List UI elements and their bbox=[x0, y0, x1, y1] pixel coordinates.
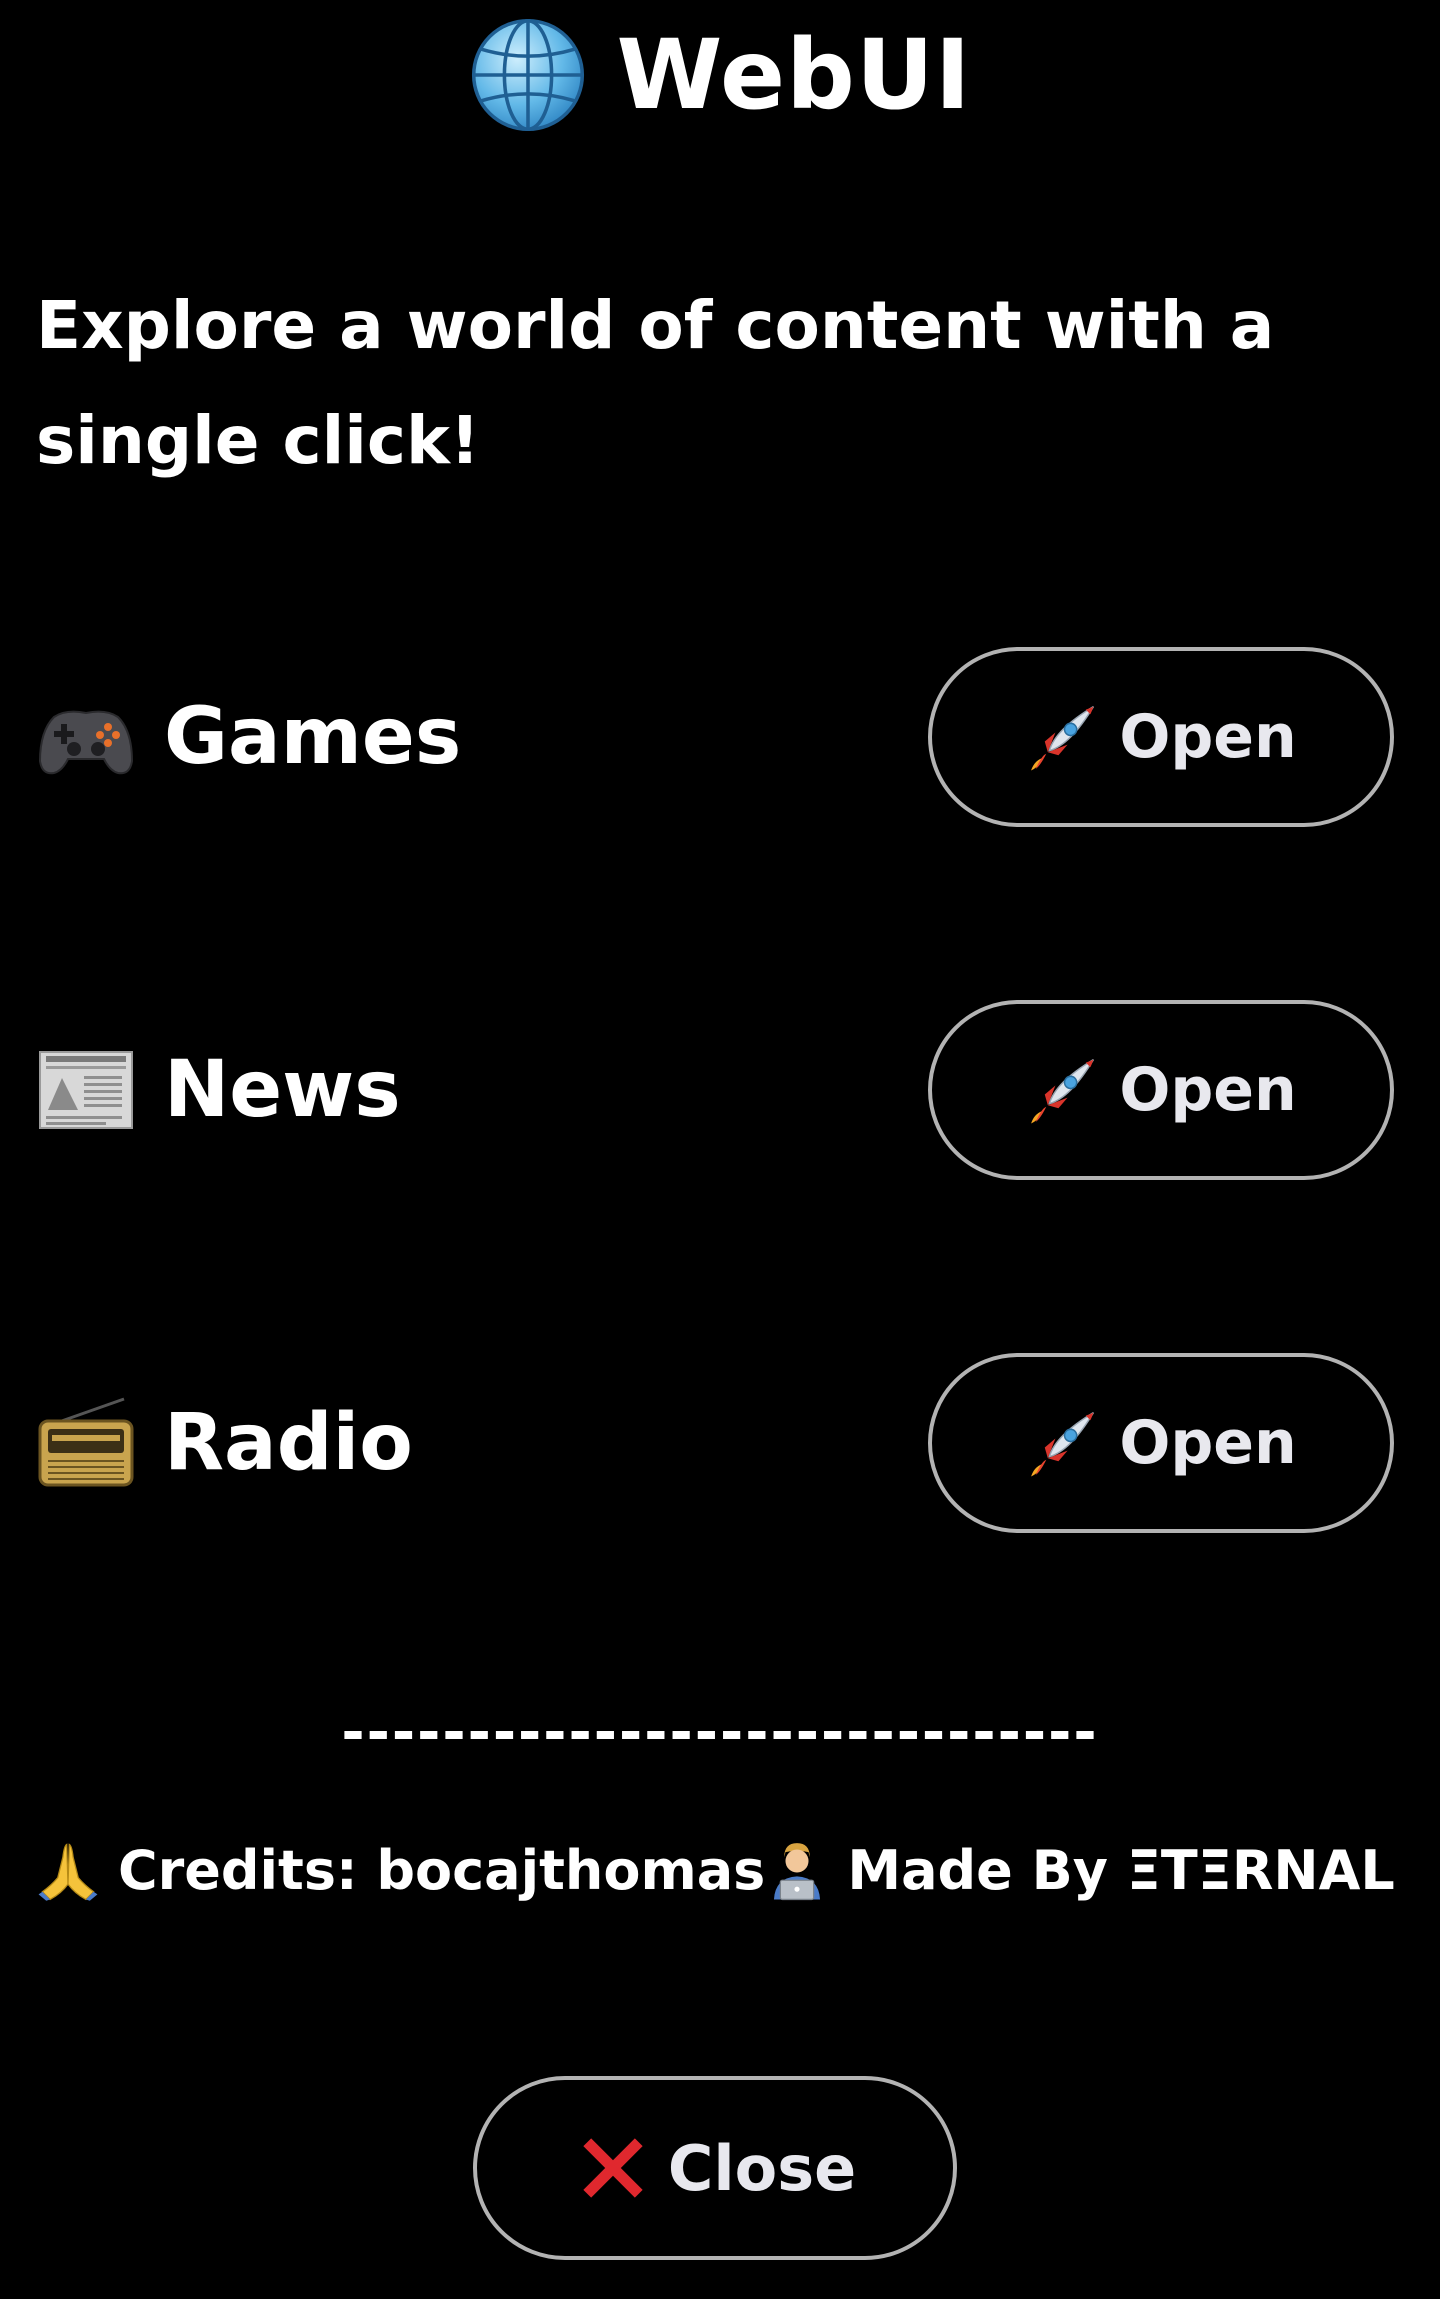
item-label-radio: Radio bbox=[164, 1398, 413, 1488]
item-label-news: News bbox=[164, 1045, 401, 1135]
rocket-icon bbox=[1031, 1411, 1095, 1477]
game-controller-icon bbox=[38, 710, 134, 775]
cross-mark-icon bbox=[583, 2138, 643, 2198]
open-games-button[interactable]: Open bbox=[928, 647, 1394, 827]
open-news-button-label: Open bbox=[1119, 1055, 1297, 1125]
rocket-icon bbox=[1031, 705, 1095, 771]
open-news-button[interactable]: Open bbox=[928, 1000, 1394, 1180]
divider: ------------------------------ bbox=[341, 1700, 1099, 1765]
credits-text: Credits: bocajthomas bbox=[118, 1838, 766, 1902]
technologist-icon bbox=[774, 1843, 821, 1901]
close-button[interactable]: Close bbox=[473, 2076, 957, 2260]
open-games-button-label: Open bbox=[1119, 702, 1297, 772]
credits: Credits: bocajthomas bbox=[36, 1838, 765, 1902]
newspaper-icon bbox=[39, 1051, 133, 1129]
made-by: Made By ΞTΞRNAL bbox=[765, 1838, 1395, 1902]
header: WebUI bbox=[0, 10, 1440, 140]
footer: Credits: bocajthomas Made By ΞTΞRNAL bbox=[36, 1830, 1395, 1910]
praying-hands-icon bbox=[38, 1843, 98, 1901]
item-label-games: Games bbox=[164, 692, 462, 782]
list-item-games: Games Open bbox=[36, 644, 1394, 830]
list-item-radio: Radio Open bbox=[36, 1350, 1394, 1536]
rocket-icon bbox=[1031, 1058, 1095, 1124]
open-radio-button-label: Open bbox=[1119, 1408, 1297, 1478]
page-title: WebUI bbox=[616, 19, 972, 131]
tagline: Explore a world of content with a single… bbox=[36, 287, 1275, 479]
list-item-news: News Open bbox=[36, 997, 1394, 1183]
close-button-label: Close bbox=[667, 2131, 857, 2205]
globe-icon bbox=[471, 18, 584, 132]
made-by-text: Made By ΞTΞRNAL bbox=[847, 1838, 1395, 1902]
open-radio-button[interactable]: Open bbox=[928, 1353, 1394, 1533]
radio-icon bbox=[38, 1397, 134, 1487]
